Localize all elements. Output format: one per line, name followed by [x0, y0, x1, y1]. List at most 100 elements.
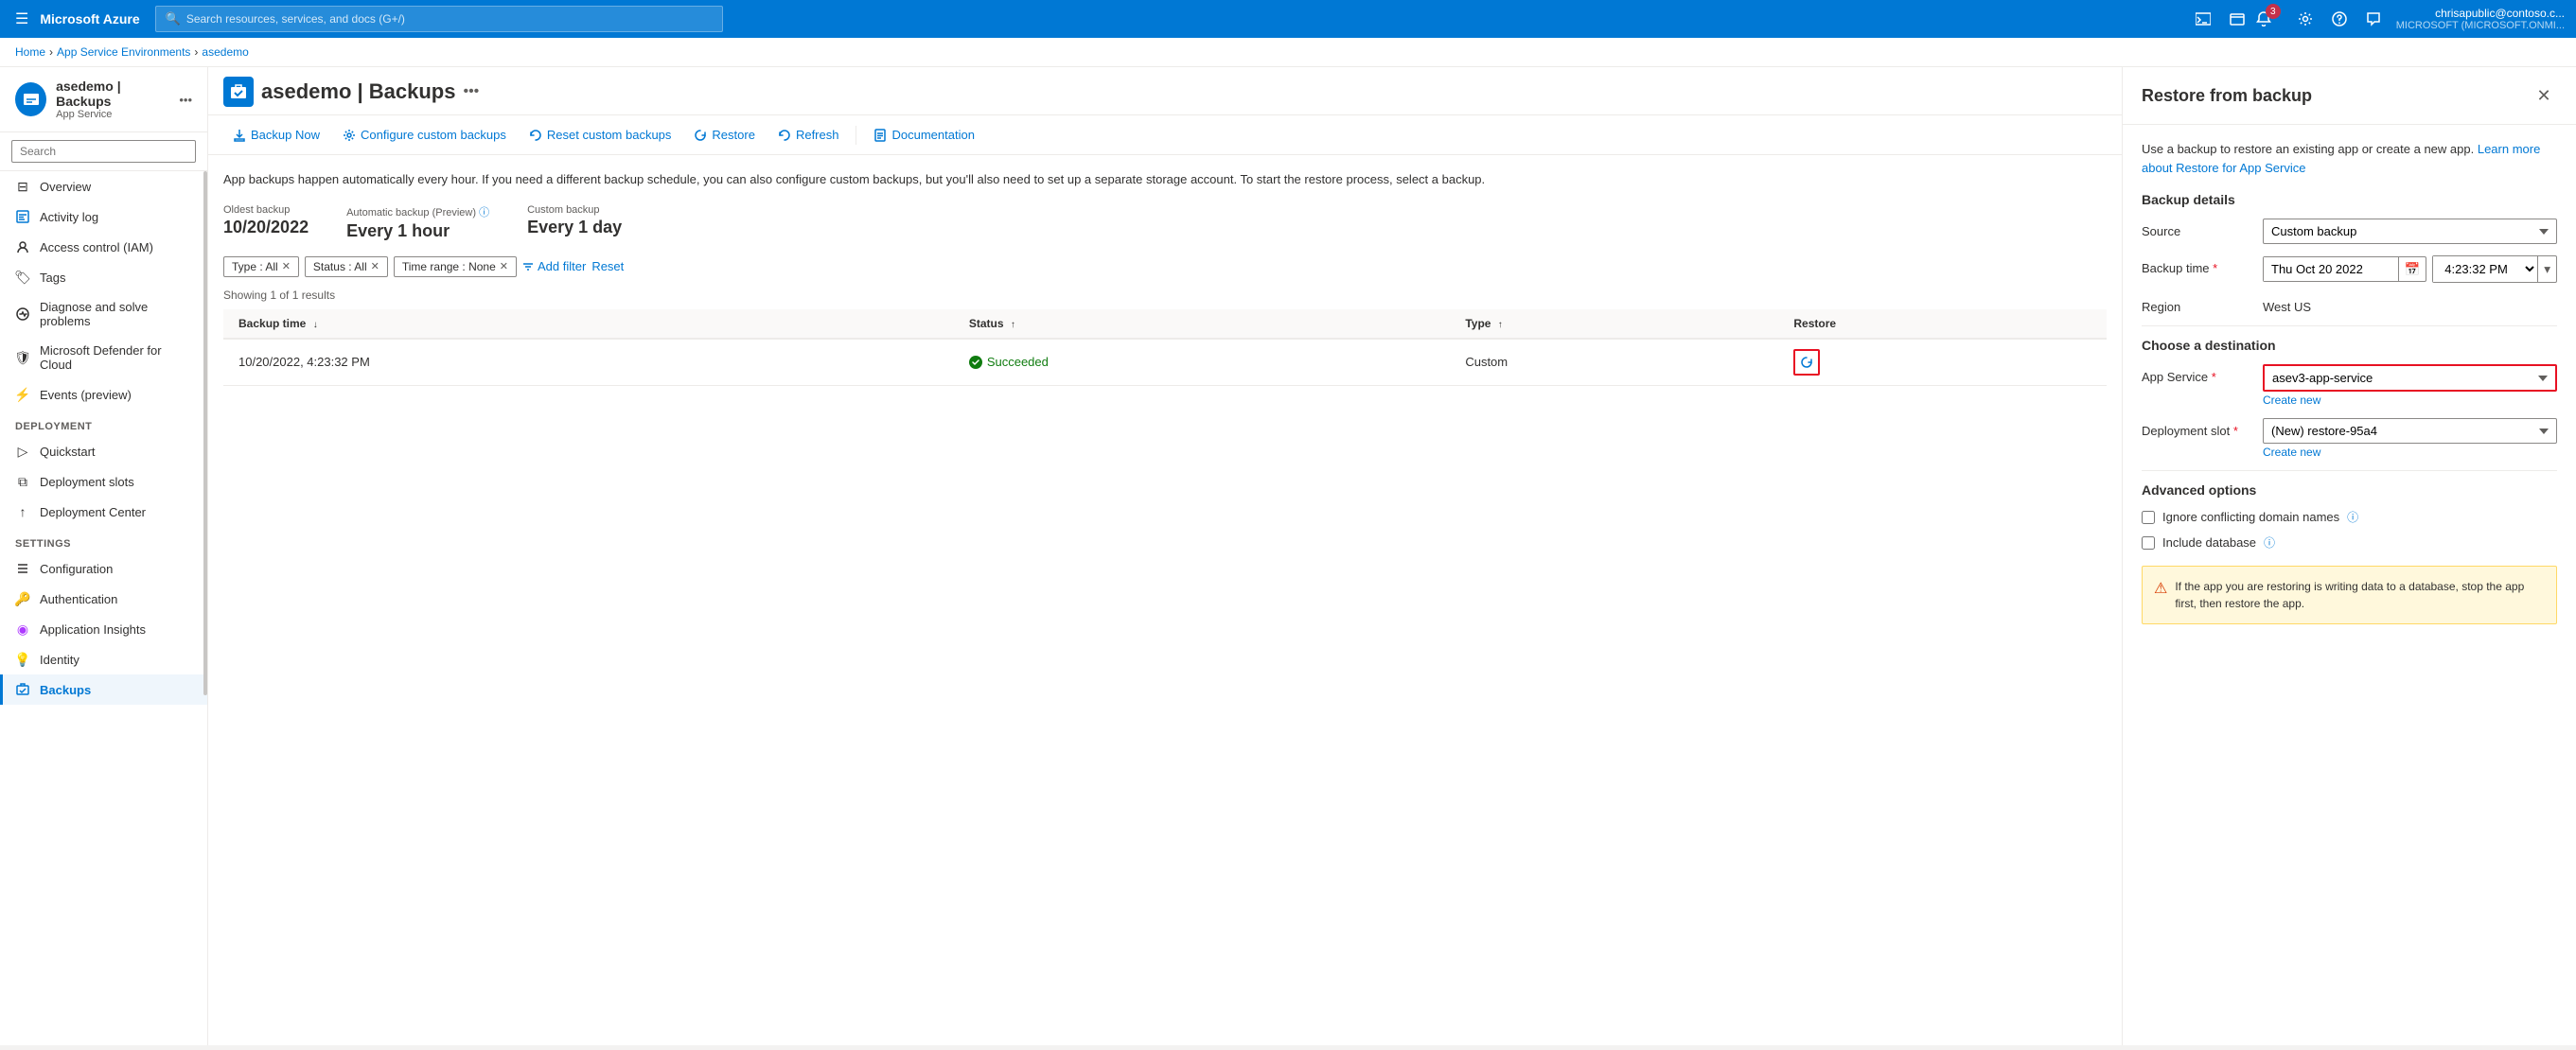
- source-control[interactable]: Custom backup: [2263, 219, 2557, 244]
- backup-now-label: Backup Now: [251, 128, 320, 142]
- reset-filter-button[interactable]: Reset: [591, 259, 624, 273]
- breadcrumb-environments[interactable]: App Service Environments: [57, 45, 190, 59]
- source-row: Source Custom backup: [2142, 219, 2557, 244]
- source-select[interactable]: Custom backup: [2263, 219, 2557, 244]
- date-input-wrap[interactable]: 📅: [2263, 256, 2426, 282]
- preview-info-icon[interactable]: ⓘ: [479, 207, 489, 219]
- sidebar-item-diagnose[interactable]: Diagnose and solve problems: [0, 292, 207, 336]
- sidebar-item-defender[interactable]: 🛡 Microsoft Defender for Cloud: [0, 336, 207, 379]
- more-options-icon[interactable]: •••: [179, 93, 192, 107]
- sidebar-item-overview[interactable]: ⊟ Overview: [0, 171, 207, 201]
- configure-backups-button[interactable]: Configure custom backups: [333, 123, 516, 147]
- status-text: Succeeded: [987, 355, 1049, 369]
- destination-title: Choose a destination: [2142, 338, 2557, 353]
- global-search[interactable]: 🔍 Search resources, services, and docs (…: [155, 6, 723, 32]
- more-options-btn[interactable]: •••: [463, 83, 479, 100]
- sidebar-item-events[interactable]: ⚡ Events (preview): [0, 379, 207, 410]
- user-profile[interactable]: chrisapublic@contoso.c... MICROSOFT (MIC…: [2396, 7, 2565, 31]
- col-type[interactable]: Type ↑: [1450, 309, 1778, 339]
- filter-type[interactable]: Type : All ✕: [223, 256, 299, 277]
- source-label: Source: [2142, 219, 2255, 238]
- refresh-button[interactable]: Refresh: [768, 123, 849, 147]
- sidebar-item-identity[interactable]: 💡 Identity: [0, 644, 207, 674]
- cloud-shell-icon[interactable]: [2188, 4, 2218, 34]
- panel-close-button[interactable]: ✕: [2531, 82, 2557, 109]
- date-input[interactable]: [2264, 257, 2398, 281]
- sidebar-item-deployment-slots[interactable]: ⧉ Deployment slots: [0, 466, 207, 497]
- advanced-divider: [2142, 470, 2557, 471]
- required-star-slot: *: [2233, 424, 2238, 438]
- filter-time-range-close[interactable]: ✕: [500, 260, 508, 272]
- sidebar-item-backups[interactable]: Backups: [0, 674, 207, 705]
- ignore-domain-checkbox[interactable]: [2142, 511, 2155, 524]
- filter-time-range[interactable]: Time range : None ✕: [394, 256, 517, 277]
- help-icon[interactable]: [2324, 4, 2355, 34]
- sidebar-item-tags[interactable]: 🏷 Tags: [0, 262, 207, 292]
- sidebar-item-label: Overview: [40, 180, 91, 194]
- configuration-icon: [15, 561, 30, 576]
- sidebar-search-input[interactable]: [11, 140, 196, 163]
- sidebar-item-authentication[interactable]: 🔑 Authentication: [0, 584, 207, 614]
- add-filter-button[interactable]: Add filter: [522, 259, 586, 273]
- filter-type-close[interactable]: ✕: [282, 260, 291, 272]
- refresh-label: Refresh: [796, 128, 839, 142]
- backup-now-button[interactable]: Backup Now: [223, 123, 329, 147]
- include-db-info-icon[interactable]: ⓘ: [2264, 534, 2275, 551]
- table-row: 10/20/2022, 4:23:32 PM Succeeded Custom: [223, 339, 2107, 386]
- quickstart-icon: ▷: [15, 444, 30, 459]
- notifications-icon[interactable]: 3: [2256, 4, 2286, 34]
- sidebar-item-access-control[interactable]: Access control (IAM): [0, 232, 207, 262]
- overview-icon: ⊟: [15, 179, 30, 194]
- col-status[interactable]: Status ↑: [954, 309, 1451, 339]
- create-new-app-link[interactable]: Create new: [2263, 394, 2557, 407]
- feedback-icon[interactable]: [2358, 4, 2389, 34]
- user-display-name: chrisapublic@contoso.c...: [2435, 7, 2565, 20]
- section-deployment: Deployment: [0, 410, 207, 436]
- time-select-wrap[interactable]: 4:23:32 PM ▾: [2432, 255, 2557, 283]
- documentation-button[interactable]: Documentation: [864, 123, 983, 147]
- settings-icon[interactable]: [2290, 4, 2320, 34]
- app-icon: [15, 82, 46, 116]
- region-label: Region: [2142, 294, 2255, 314]
- deployment-slot-select[interactable]: (New) restore-95a4: [2263, 418, 2557, 444]
- reset-label: Reset custom backups: [547, 128, 672, 142]
- sidebar-item-label: Diagnose and solve problems: [40, 300, 192, 328]
- backup-details-title: Backup details: [2142, 192, 2557, 207]
- cell-status: Succeeded: [954, 339, 1451, 386]
- calendar-icon[interactable]: 📅: [2398, 257, 2426, 281]
- warning-text: If the app you are restoring is writing …: [2175, 578, 2545, 612]
- sidebar-item-configuration[interactable]: Configuration: [0, 553, 207, 584]
- breadcrumb-home[interactable]: Home: [15, 45, 45, 59]
- events-icon: ⚡: [15, 387, 30, 402]
- reset-backups-button[interactable]: Reset custom backups: [520, 123, 681, 147]
- breadcrumb-current[interactable]: asedemo: [202, 45, 248, 59]
- hamburger-menu[interactable]: ☰: [11, 6, 32, 32]
- time-select[interactable]: 4:23:32 PM: [2433, 256, 2537, 282]
- access-control-icon: [15, 239, 30, 254]
- directory-icon[interactable]: [2222, 4, 2252, 34]
- include-db-checkbox[interactable]: [2142, 536, 2155, 550]
- backups-icon: [15, 682, 30, 697]
- sidebar-app-name: asedemo | Backups: [56, 79, 169, 109]
- sidebar-search[interactable]: [0, 132, 207, 171]
- authentication-icon: 🔑: [15, 591, 30, 606]
- sidebar-scrollbar[interactable]: [203, 171, 207, 695]
- sidebar-item-deployment-center[interactable]: ↑ Deployment Center: [0, 497, 207, 527]
- restore-row-button[interactable]: [1793, 349, 1820, 376]
- sidebar-item-quickstart[interactable]: ▷ Quickstart: [0, 436, 207, 466]
- create-new-slot-link[interactable]: Create new: [2263, 446, 2557, 459]
- auto-backup-label: Automatic backup (Preview) ⓘ: [346, 204, 489, 219]
- info-text: App backups happen automatically every h…: [223, 170, 2107, 189]
- filter-status[interactable]: Status : All ✕: [305, 256, 388, 277]
- sidebar-item-label: Access control (IAM): [40, 240, 153, 254]
- sidebar-item-app-insights[interactable]: ◉ Application Insights: [0, 614, 207, 644]
- restore-button[interactable]: Restore: [684, 123, 765, 147]
- page-title: asedemo | Backups: [261, 79, 455, 104]
- app-service-select[interactable]: asev3-app-service: [2263, 364, 2557, 392]
- col-backup-time[interactable]: Backup time ↓: [223, 309, 954, 339]
- filter-status-close[interactable]: ✕: [371, 260, 379, 272]
- sidebar-item-activity-log[interactable]: Activity log: [0, 201, 207, 232]
- ignore-domain-info-icon[interactable]: ⓘ: [2347, 509, 2358, 525]
- time-chevron-icon[interactable]: ▾: [2537, 256, 2556, 282]
- content-area: asedemo | Backups ••• Backup Now Configu…: [208, 67, 2122, 1045]
